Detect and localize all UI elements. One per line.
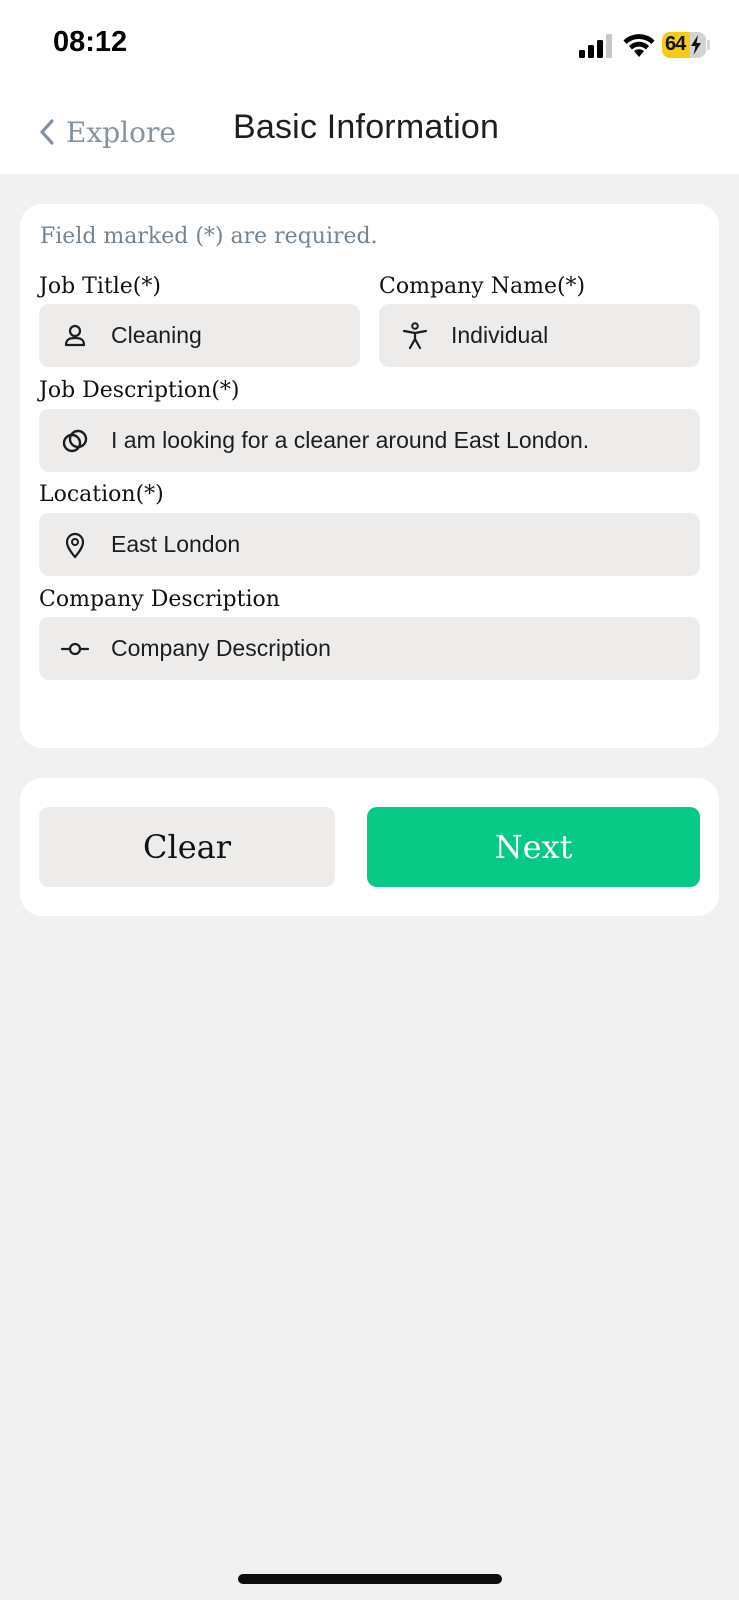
navigation-bar: Explore Basic Information: [0, 90, 739, 174]
battery-cap: [707, 40, 710, 50]
battery-percent: 64: [665, 33, 686, 55]
next-button[interactable]: Next: [367, 807, 700, 887]
company-description-input[interactable]: Company Description: [39, 617, 700, 680]
battery-icon: 64: [662, 32, 706, 58]
back-button[interactable]: Explore: [38, 110, 176, 154]
job-title-value: Cleaning: [111, 322, 202, 348]
required-hint: Field marked (*) are required.: [40, 224, 378, 249]
location-value: East London: [111, 531, 241, 557]
location-pin-icon: [65, 532, 85, 558]
person-icon: [64, 324, 86, 346]
company-description-placeholder: Company Description: [111, 635, 331, 661]
job-title-label: Job Title(*): [39, 274, 161, 299]
company-name-value: Individual: [451, 322, 549, 348]
charging-bolt-icon: [691, 35, 701, 55]
job-description-input[interactable]: I am looking for a cleaner around East L…: [39, 409, 700, 472]
action-card: Clear Next: [20, 778, 719, 916]
location-label: Location(*): [39, 482, 164, 507]
wifi-icon: [623, 34, 655, 57]
chevron-left-icon: [40, 119, 54, 145]
rings-icon: [62, 429, 88, 452]
job-title-input[interactable]: Cleaning: [39, 304, 360, 367]
commit-icon: [61, 642, 89, 655]
signal-icon: [579, 34, 612, 58]
page-title: Basic Information: [233, 108, 500, 146]
company-name-input[interactable]: Individual: [379, 304, 700, 367]
basic-info-form: Field marked (*) are required. Job Title…: [20, 204, 719, 748]
status-time: 08:12: [53, 26, 128, 58]
job-description-label: Job Description(*): [39, 378, 240, 403]
accessibility-icon: [402, 321, 428, 349]
back-label: Explore: [66, 115, 176, 149]
status-bar: 08:12 64: [0, 0, 739, 90]
home-indicator[interactable]: [238, 1574, 502, 1584]
location-input[interactable]: East London: [39, 513, 700, 576]
company-name-label: Company Name(*): [379, 274, 586, 299]
job-description-value: I am looking for a cleaner around East L…: [111, 427, 590, 453]
clear-button[interactable]: Clear: [39, 807, 335, 887]
company-description-label: Company Description: [39, 587, 280, 612]
